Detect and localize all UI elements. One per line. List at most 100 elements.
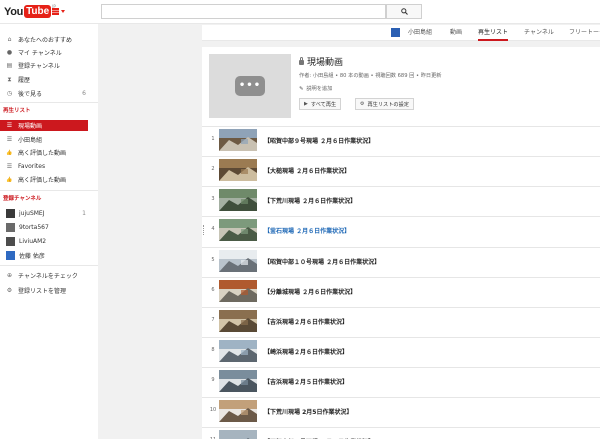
video-thumbnail[interactable] (219, 219, 257, 241)
tab-videos[interactable]: 動画 (450, 25, 462, 41)
sidebar-subscription-item[interactable]: LiviuAM2 (0, 236, 88, 247)
more-icon: ••• (235, 76, 265, 96)
video-thumbnail[interactable] (219, 250, 257, 272)
video-title-link[interactable]: 【昭賀中部９号現場 ２月６日作業状況】 (264, 136, 374, 145)
person-icon: ● (6, 49, 13, 56)
video-title-link[interactable]: 【下荒川現場 ２月６日作業状況】 (264, 196, 356, 205)
sidebar-item-label: 登録チャンネル (18, 63, 60, 70)
channel-avatar (6, 237, 15, 246)
playlist-settings-label: 再生リストの設定 (367, 101, 409, 108)
sidebar-item-label: jujuSMEJ (19, 210, 45, 217)
video-thumbnail[interactable] (219, 340, 257, 362)
playlist-icon: ☰ (6, 163, 13, 170)
thumbs-up-icon: 👍 (6, 176, 13, 183)
video-index: 7 (211, 317, 215, 323)
guide-menu-button[interactable] (52, 7, 66, 17)
video-thumbnail[interactable] (219, 159, 257, 181)
video-index: 3 (211, 196, 215, 202)
tab-playlists[interactable]: 再生リスト (478, 25, 509, 41)
playlist-video-row[interactable]: 6 【分離城現場 ２月６日作業状況】 (202, 277, 600, 304)
playlist-video-row[interactable]: 5 【昭賀中部１０号現場 ２月６日作業状況】 (202, 247, 600, 274)
video-title-link[interactable]: 【分離城現場 ２月６日作業状況】 (264, 287, 356, 296)
sidebar-footer-item[interactable]: ⚙ 登録リストを管理 (0, 285, 88, 296)
video-title-link[interactable]: 【吉浜現場２月６日作業状況】 (264, 317, 348, 326)
tab-channels[interactable]: チャンネル (524, 25, 554, 41)
sidebar-divider (0, 190, 98, 191)
video-thumbnail[interactable] (219, 430, 257, 439)
sidebar-subscription-item[interactable]: 9torta567 (0, 222, 88, 233)
sidebar-item-count: 1 (82, 210, 86, 217)
playlist-icon: ☰ (6, 122, 13, 129)
channel-avatar (6, 251, 15, 260)
sidebar-nav-item[interactable]: ⧗ 履歴 (0, 74, 88, 85)
sidebar-nav-item[interactable]: ◷ 後で見る 6 (0, 88, 88, 99)
sidebar-nav-item[interactable]: ⌂ あなたへのおすすめ (0, 34, 88, 45)
playlist-video-row[interactable]: 3 【下荒川現場 ２月６日作業状況】 (202, 186, 600, 213)
playlist-settings-button[interactable]: ⚙ 再生リストの設定 (355, 98, 414, 110)
video-thumbnail[interactable] (219, 280, 257, 302)
sidebar-playlist-item[interactable]: ☰ Favorites (0, 161, 88, 172)
sidebar-subscription-item[interactable]: jujuSMEJ 1 (0, 208, 88, 219)
channel-nav: 小田島組 動画 再生リスト チャンネル フリートーク (202, 25, 600, 41)
playlist-video-row[interactable]: 7 【吉浜現場２月６日作業状況】 (202, 307, 600, 334)
tab-discussion[interactable]: フリートーク (569, 25, 600, 41)
plus-circle-icon: ⊕ (6, 272, 13, 279)
video-thumbnail[interactable] (219, 310, 257, 332)
video-thumbnail[interactable] (219, 400, 257, 422)
sidebar-divider (0, 102, 98, 103)
gear-icon: ⚙ (6, 287, 13, 294)
home-icon: ⌂ (7, 36, 12, 43)
add-description-label: 説明を追加 (306, 86, 333, 92)
video-title-link[interactable]: 【吉浜現場２月５日作業状況】 (264, 377, 348, 386)
video-title-link[interactable]: 【崎浜現場２月６日作業状況】 (264, 347, 348, 356)
search-input[interactable] (101, 4, 386, 19)
youtube-logo[interactable]: You Tube JP (4, 4, 56, 19)
video-title-link[interactable]: 【大槌現場 ２月６日作業状況】 (264, 166, 350, 175)
sidebar-item-label: 高く評価した動画 (18, 177, 67, 184)
playlist-video-row[interactable]: 1 【昭賀中部９号現場 ２月６日作業状況】 (202, 126, 600, 153)
sidebar-nav-item[interactable]: ▤ 登録チャンネル (0, 60, 88, 71)
sidebar-item-label: LiviuAM2 (19, 238, 47, 245)
playlist-video-row[interactable]: 4 【釜石現場 ２月６日作業状況】 (202, 216, 600, 243)
channel-avatar (6, 209, 15, 218)
video-index: 9 (211, 377, 215, 383)
sidebar-footer-item[interactable]: ⊕ チャンネルをチェック (0, 270, 88, 281)
channel-avatar[interactable] (391, 28, 400, 37)
playlist-video-row[interactable]: 11【昭賀中部９号現場 ２月５日作業状況】 (202, 427, 600, 439)
sidebar-item-label: チャンネルをチェック (18, 273, 78, 280)
channel-name-link[interactable]: 小田島組 (408, 25, 432, 41)
logo-you-text: You (4, 5, 24, 18)
video-title-link[interactable]: 【昭賀中部１０号現場 ２月６日作業状況】 (264, 257, 380, 266)
playlist-video-row[interactable]: 8 【崎浜現場２月６日作業状況】 (202, 337, 600, 364)
search-button[interactable] (386, 4, 422, 19)
subscriptions-icon: ▤ (6, 62, 13, 69)
sidebar-item-label: 9torta567 (19, 224, 49, 231)
history-icon: ⧗ (7, 75, 12, 83)
playlist-thumbnail[interactable]: ••• (209, 54, 291, 118)
drag-handle-icon[interactable] (203, 225, 205, 235)
video-thumbnail[interactable] (219, 370, 257, 392)
video-title-link[interactable]: 【下荒川現場 2月5日作業状況】 (264, 407, 352, 416)
sidebar-playlist-item[interactable]: ☰ 小田島組 (0, 134, 88, 145)
play-all-button[interactable]: ▶ すべて再生 (299, 98, 342, 110)
playlist-video-row[interactable]: 9 【吉浜現場２月５日作業状況】 (202, 367, 600, 394)
add-description-link[interactable]: ✎ 説明を追加 (299, 85, 333, 93)
sidebar-playlist-item[interactable]: 👍 高く評価した動画 (0, 147, 88, 158)
sidebar-nav-item[interactable]: ● マイ チャンネル (0, 47, 88, 58)
menu-icon (52, 8, 59, 10)
sidebar-playlist-item[interactable]: ☰ 現場動画 (0, 120, 88, 131)
playlist-video-row[interactable]: 2 【大槌現場 ２月６日作業状況】 (202, 156, 600, 183)
playlist-video-row[interactable]: 10 【下荒川現場 2月5日作業状況】 (202, 397, 600, 424)
video-thumbnail[interactable] (219, 129, 257, 151)
sidebar-item-label: 高く評価した動画 (18, 150, 67, 157)
caret-down-icon (61, 10, 65, 13)
playlists-heading: 再生リスト (3, 108, 31, 114)
sidebar-subscription-item[interactable]: 佐藤 佑彦 (0, 250, 88, 261)
video-index: 10 (209, 407, 217, 413)
video-title-link[interactable]: 【釜石現場 ２月６日作業状況】 (264, 226, 350, 235)
play-all-label: すべて再生 (310, 101, 337, 108)
video-thumbnail[interactable] (219, 189, 257, 211)
sidebar-playlist-item[interactable]: 👍 高く評価した動画 (0, 174, 88, 185)
thumbs-up-icon: 👍 (6, 149, 13, 156)
logo-tube-text: Tube (24, 5, 52, 18)
